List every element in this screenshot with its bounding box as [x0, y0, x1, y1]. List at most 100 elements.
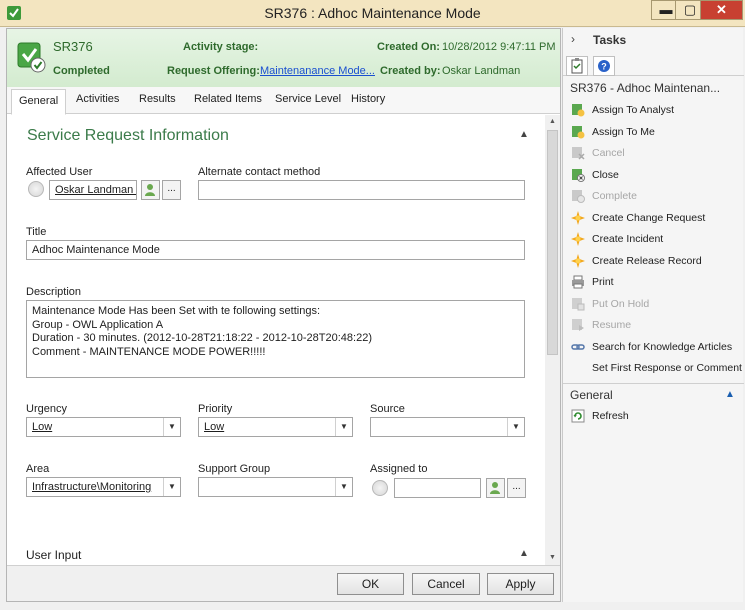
starburst-icon [571, 232, 585, 246]
print-icon [572, 275, 584, 289]
sr-status: Completed [53, 65, 110, 77]
dialog-footer: OK Cancel Apply [7, 565, 560, 601]
dropdown-arrow-icon[interactable]: ▼ [163, 418, 180, 436]
area-select[interactable]: Infrastructure\Monitoring ▼ [26, 477, 181, 497]
description-line: Group - OWL Application A [32, 318, 164, 331]
description-line: Duration - 30 minutes. (2012-10-28T21:18… [32, 332, 372, 344]
form-scrollbar[interactable]: ▲ ▼ [545, 115, 560, 565]
task-label: Refresh [592, 410, 629, 422]
task-refresh[interactable]: Refresh [571, 408, 741, 426]
user-picker-icon [490, 482, 500, 494]
activity-stage-label: Activity stage: [183, 41, 259, 53]
urgency-select[interactable]: Low ▼ [26, 417, 181, 437]
general-group-title: General [570, 388, 613, 402]
user-status-icon [28, 181, 44, 197]
apply-button[interactable]: Apply [487, 573, 554, 595]
assignee-picker-button[interactable] [486, 478, 505, 498]
title-input[interactable]: Adhoc Maintenance Mode [26, 240, 525, 260]
description-line: Maintenance Mode Has been Set with te fo… [32, 305, 320, 317]
task-create-release-record[interactable]: Create Release Record [571, 253, 741, 271]
task-resume: Resume [571, 317, 741, 335]
tasks-title: Tasks [593, 33, 627, 47]
collapse-section-icon[interactable]: ▲ [519, 129, 529, 140]
created-on-value: 10/28/2012 9:47:11 PM [442, 41, 556, 53]
tab-related-items[interactable]: Related Items [194, 93, 262, 105]
description-label: Description [26, 286, 82, 298]
support-group-select[interactable]: ▼ [198, 477, 353, 497]
task-assign-to-me[interactable]: Assign To Me [571, 124, 741, 142]
cancel-button[interactable]: Cancel [412, 573, 480, 595]
refresh-icon [571, 409, 585, 423]
browse-user-button[interactable]: ... [162, 180, 181, 200]
tab-general[interactable]: General [11, 89, 67, 115]
dropdown-arrow-icon[interactable]: ▼ [335, 478, 352, 496]
source-label: Source [370, 403, 405, 415]
task-label: Resume [592, 319, 632, 331]
priority-select[interactable]: Low ▼ [198, 417, 353, 437]
assign-icon [572, 104, 585, 117]
request-offering-link[interactable]: Maintenanance Mode... [260, 65, 375, 77]
assigned-to-input[interactable] [394, 478, 481, 498]
tab-activities[interactable]: Activities [76, 93, 119, 105]
task-close[interactable]: Close [571, 167, 741, 185]
urgency-value: Low [32, 421, 53, 433]
svg-text:?: ? [601, 62, 607, 72]
tasks-context-title: SR376 - Adhoc Maintenan... [570, 81, 721, 95]
affected-user-value: Oskar Landman ( [55, 184, 137, 196]
resume-icon [572, 319, 584, 331]
title-bar: SR376 : Adhoc Maintenance Mode ▬ ▢ ✕ [0, 0, 745, 27]
support-group-label: Support Group [198, 463, 271, 475]
task-search-knowledge[interactable]: Search for Knowledge Articles [571, 339, 741, 357]
clipboard-icon [571, 58, 583, 74]
ok-button[interactable]: OK [337, 573, 404, 595]
dropdown-arrow-icon[interactable]: ▼ [335, 418, 352, 436]
header-band: SR376 Completed Activity stage: Request … [7, 29, 560, 87]
task-put-on-hold: Put On Hold [571, 296, 741, 314]
task-create-incident[interactable]: Create Incident [571, 231, 741, 249]
task-create-change-request[interactable]: Create Change Request [571, 210, 741, 228]
user-picker-button[interactable] [141, 180, 160, 200]
request-offering-label: Request Offering: [167, 65, 260, 77]
affected-user-field[interactable]: Oskar Landman ( [49, 180, 137, 200]
tab-history[interactable]: History [351, 93, 385, 105]
collapse-general-icon[interactable]: ▲ [725, 389, 735, 400]
priority-label: Priority [198, 403, 233, 415]
scroll-thumb[interactable] [547, 130, 558, 355]
expand-chevron-icon[interactable]: › [571, 32, 575, 46]
browse-assignee-button[interactable]: ... [507, 478, 526, 498]
collapse-user-input-icon[interactable]: ▲ [519, 548, 529, 559]
priority-value: Low [204, 421, 225, 433]
task-label: Complete [592, 190, 637, 202]
task-assign-to-analyst[interactable]: Assign To Analyst [571, 102, 741, 120]
urgency-label: Urgency [26, 403, 67, 415]
task-label: Create Incident [592, 233, 664, 245]
dropdown-arrow-icon[interactable]: ▼ [507, 418, 524, 436]
task-label: Search for Knowledge Articles [592, 341, 733, 353]
close-task-icon [572, 169, 585, 182]
close-window-button[interactable]: ✕ [700, 0, 743, 20]
help-tab[interactable]: ? [593, 56, 615, 76]
starburst-icon [571, 211, 585, 225]
task-complete: Complete [571, 188, 741, 206]
link-icon [571, 344, 585, 350]
created-on-label: Created On: [377, 41, 440, 53]
user-input-title: User Input [26, 548, 82, 562]
alternate-contact-input[interactable] [198, 180, 525, 200]
title-label: Title [26, 226, 47, 238]
created-by-label: Created by: [380, 65, 441, 77]
task-set-first-response[interactable]: Set First Response or Comment [571, 360, 742, 378]
tasks-tab[interactable] [566, 56, 588, 76]
scroll-down-icon[interactable]: ▼ [545, 551, 560, 565]
task-cancel: Cancel [571, 145, 741, 163]
task-label: Cancel [592, 147, 625, 159]
service-request-icon [17, 42, 46, 73]
task-label: Close [592, 169, 619, 181]
source-select[interactable]: ▼ [370, 417, 525, 437]
description-textarea[interactable]: Maintenance Mode Has been Set with te fo… [26, 300, 525, 378]
hold-icon [572, 298, 585, 311]
task-print[interactable]: Print [571, 274, 741, 292]
dropdown-arrow-icon[interactable]: ▼ [163, 478, 180, 496]
tab-results[interactable]: Results [139, 93, 176, 105]
tab-service-level[interactable]: Service Level [275, 93, 341, 105]
scroll-up-icon[interactable]: ▲ [545, 115, 560, 129]
